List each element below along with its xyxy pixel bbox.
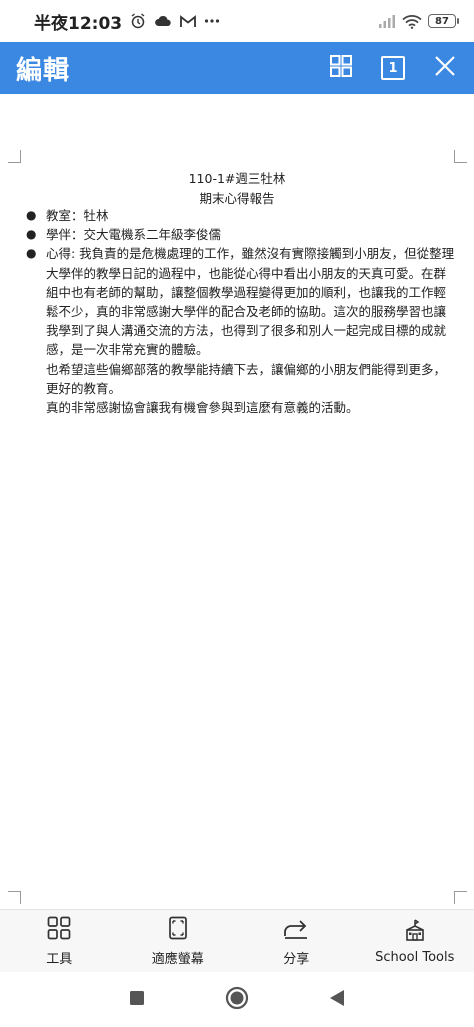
status-left: 半夜12:03 (34, 9, 220, 34)
app-title[interactable]: 編輯 (16, 50, 70, 87)
back-triangle-icon (329, 989, 345, 1011)
bullet-text: 學伴：交大電機系二年級李俊儒 (46, 227, 222, 243)
alarm-icon (130, 13, 146, 29)
page-indicator-button[interactable]: 1 (378, 53, 408, 83)
cloud-icon (154, 14, 172, 28)
bottom-toolbar: 工具 適應螢幕 分享 School Tools (0, 909, 474, 972)
paragraph: 也希望這些偏鄉部落的教學能持續下去，讓偏鄉的小朋友們能得到更多，更好的教育。 (46, 361, 447, 396)
document-title: 110-1#週三牡林 (188, 171, 286, 186)
close-icon (433, 54, 457, 82)
status-bar: 半夜12:03 87 (0, 0, 474, 42)
share-button[interactable]: 分享 (237, 910, 356, 972)
signal-icon (378, 14, 396, 28)
bullet-dot-icon: ● (26, 208, 37, 222)
bullet-dot-icon: ● (26, 227, 37, 242)
share-icon (283, 916, 309, 944)
school-tools-button[interactable]: School Tools (356, 910, 474, 972)
page-corner-mark (8, 891, 21, 904)
tools-grid-icon (47, 916, 71, 944)
home-button[interactable] (223, 986, 251, 1014)
tools-button[interactable]: 工具 (0, 910, 119, 972)
tools-label: 工具 (46, 951, 73, 967)
fit-screen-button[interactable]: 適應螢幕 (119, 910, 238, 972)
back-button[interactable] (323, 986, 351, 1014)
bullet-text: 心得: 我負責的是危機處理的工作，雖然沒有實際接觸到小朋友，但從整理大學伴的教學… (46, 246, 455, 358)
page-corner-mark (8, 150, 21, 163)
page-corner-mark (454, 891, 467, 904)
document-body: ● 教室：牡林 ● 學伴：交大電機系二年級李俊儒 ● 心得: 我負責的是危機處理… (26, 206, 458, 417)
school-icon (403, 918, 427, 946)
wifi-icon (402, 14, 422, 29)
app-bar: 編輯 1 (0, 42, 474, 94)
system-nav-bar (0, 972, 474, 1027)
document-page[interactable]: 110-1#週三牡林 期末心得報告 ● 教室：牡林 ● 學伴：交大電機系二年級李… (0, 94, 474, 909)
more-dots-icon (204, 18, 220, 24)
bullet-item: ● 學伴：交大電機系二年級李俊儒 (26, 225, 458, 244)
gmail-icon (180, 14, 197, 28)
status-right: 87 (378, 14, 459, 29)
paragraph: 真的非常感謝協會讓我有機會參與到這麼有意義的活動。 (46, 400, 359, 416)
bullet-item: ● 教室：牡林 (26, 206, 458, 225)
grid-view-icon (329, 54, 353, 82)
recents-square-icon (129, 990, 145, 1010)
bullet-dot-icon: ● (26, 246, 37, 261)
bullet-item: ● 心得: 我負責的是危機處理的工作，雖然沒有實際接觸到小朋友，但從整理大學伴的… (26, 244, 458, 359)
grid-view-button[interactable] (326, 53, 356, 83)
share-label: 分享 (283, 951, 310, 967)
document-subtitle: 期末心得報告 (199, 191, 275, 206)
app-actions: 1 (326, 53, 460, 83)
status-time: 半夜12:03 (34, 13, 123, 34)
recents-button[interactable] (123, 986, 151, 1014)
page-number: 1 (388, 60, 398, 76)
home-circle-icon (225, 986, 249, 1014)
page-icon: 1 (381, 56, 405, 80)
fit-screen-icon (167, 916, 189, 944)
bullet-text: 教室：牡林 (46, 208, 109, 223)
page-corner-mark (454, 150, 467, 163)
battery-icon: 87 (428, 14, 459, 28)
fit-screen-label: 適應螢幕 (151, 951, 204, 967)
close-button[interactable] (430, 53, 460, 83)
school-tools-label: School Tools (375, 949, 455, 965)
